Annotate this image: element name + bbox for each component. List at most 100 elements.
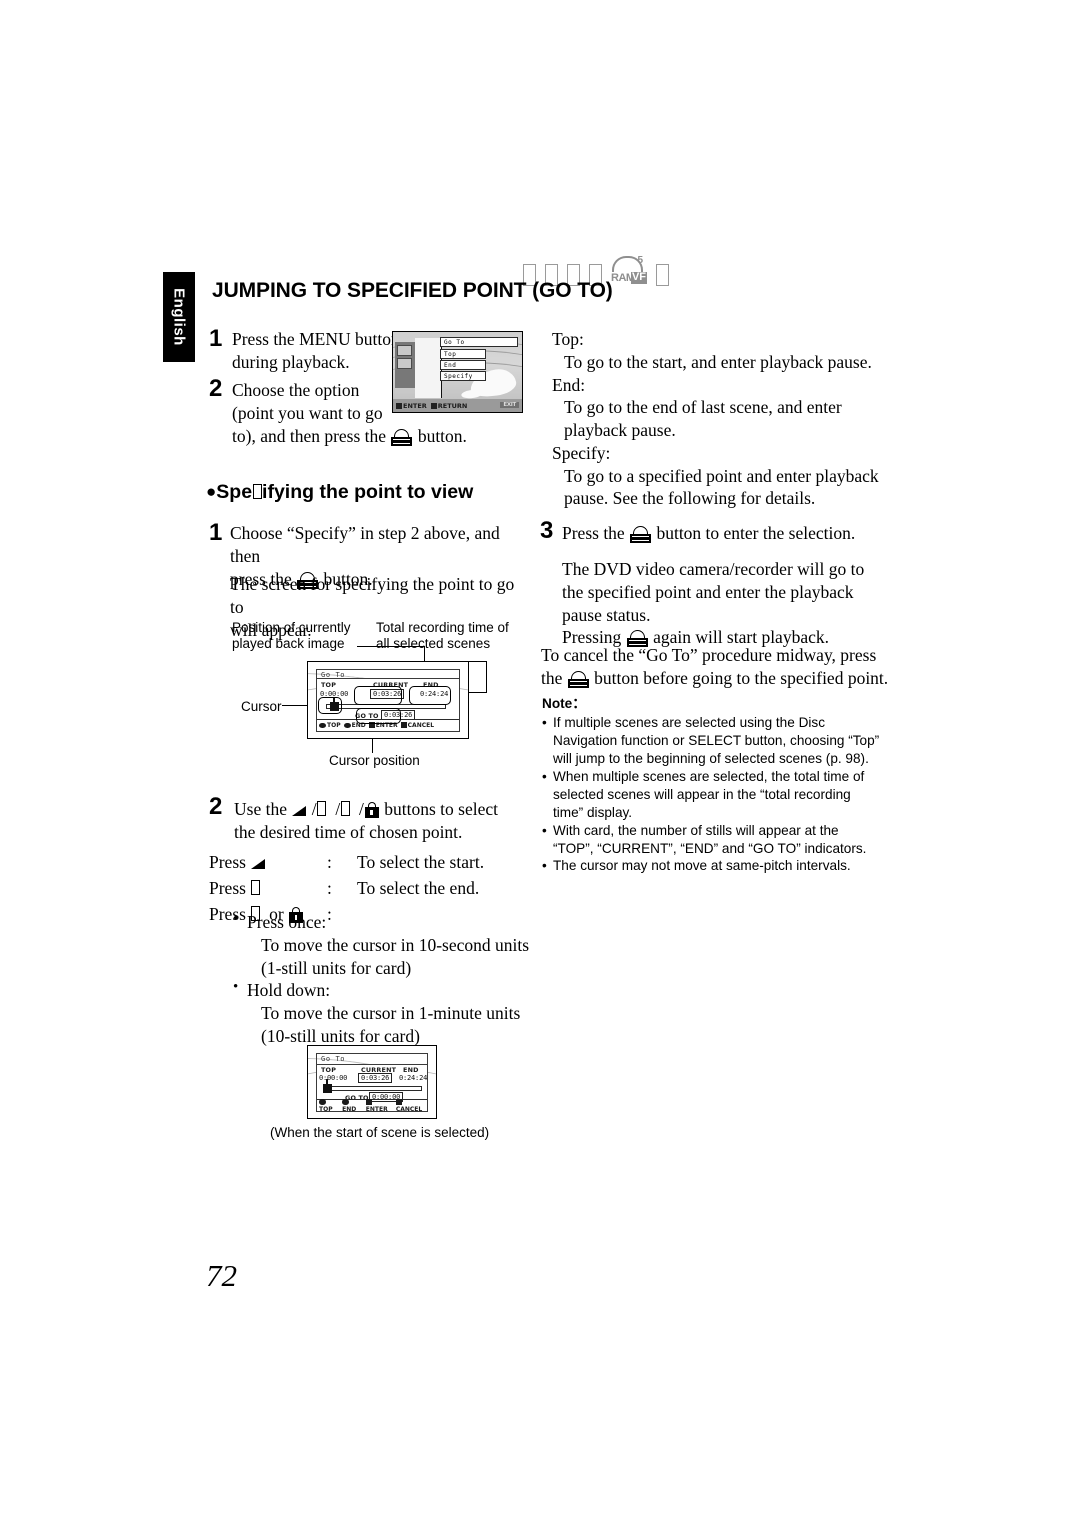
sub-step-3-text: Press the button to enter the selection.	[562, 522, 892, 545]
menu-item-end[interactable]: End	[440, 360, 486, 370]
timeline-cursor[interactable]	[323, 1079, 332, 1093]
leader-line	[486, 661, 488, 692]
cancel-line-2-a: the	[541, 667, 563, 688]
end-label: END	[403, 1066, 419, 1074]
top-label: TOP	[321, 1066, 337, 1074]
bullet-icon: •	[542, 822, 547, 838]
sub-step-1-line-1: Choose “Specify” in step 2 above, and th…	[230, 523, 500, 566]
press-row-label: Press	[209, 876, 327, 902]
note-item: • With card, the number of stills will ap…	[542, 822, 882, 858]
highlight-ring-cursor	[318, 697, 342, 714]
sub-step-2-line-2: the desired time of chosen point.	[234, 821, 463, 842]
note-item-text: If multiple scenes are selected using th…	[553, 714, 880, 766]
bullet-icon: •	[233, 911, 239, 927]
missing-glyph-icon	[656, 264, 669, 286]
callout-cursor: Cursor	[241, 699, 282, 714]
page-title: JUMPING TO SPECIFIED POINT (GO TO)	[212, 279, 613, 302]
menu-item-specify[interactable]: Specify	[440, 371, 486, 381]
sub-step-3-line-1-b: button to enter the selection.	[656, 523, 856, 543]
press-row: Press : To select the end.	[209, 876, 519, 902]
highlight-ring-end	[409, 686, 451, 705]
screenshot-caption: (When the start of scene is selected)	[270, 1125, 490, 1140]
note-item: • If multiple scenes are selected using t…	[542, 714, 882, 768]
sub-step-3-para-line-3: pause status.	[562, 604, 651, 625]
option-end-desc-2: playback pause.	[564, 420, 676, 440]
missing-glyph-icon	[250, 879, 260, 895]
step-2-line-3: to), and then press the button.	[232, 425, 472, 448]
exit-tag: EXIT	[500, 402, 519, 408]
note-item-text: The cursor may not move at same-pitch in…	[553, 858, 851, 874]
sub-step-2-line-1-b: buttons to select	[384, 799, 498, 819]
option-end-label: End:	[552, 374, 586, 395]
step-1-line-1: Press the MENU button	[232, 329, 400, 349]
option-specify-desc-1: To go to a specified point and enter pla…	[564, 465, 879, 486]
bullet-icon: •	[542, 768, 547, 784]
press-row-desc: To select the end.	[357, 877, 480, 898]
return-button-icon	[430, 402, 437, 409]
step-1-line-2: during playback.	[232, 351, 350, 372]
subsection-title-b: ifying the point to view	[262, 481, 474, 503]
timeline-slider[interactable]	[324, 1086, 422, 1091]
cancel-line-2: the button before going to the specified…	[541, 667, 889, 690]
option-specify-label: Specify:	[552, 442, 611, 463]
option-end-desc-1: To go to the end of last scene, and ente…	[564, 397, 842, 418]
missing-glyph-icon	[252, 484, 262, 499]
cancel-hint: CANCEL	[395, 1098, 427, 1113]
sub-step-3-number: 3	[540, 517, 554, 544]
hold-down-heading: Hold down:	[247, 980, 331, 1001]
sub-step-2-line-1-a: Use the	[234, 799, 287, 819]
missing-glyph-icon	[317, 801, 327, 816]
sub-step-3-para-line-2: the specified point and enter the playba…	[562, 581, 854, 602]
press-once-heading: Press once:	[247, 912, 327, 932]
top-label: TOP	[321, 681, 337, 689]
current-value: 0:03:26	[358, 1073, 393, 1083]
step-2-line-3-b: button.	[417, 425, 467, 446]
end-value: 0:24:24	[399, 1074, 428, 1082]
list-item: • Hold down:	[233, 979, 533, 1002]
sub-step-3-paragraph: The DVD video camera/recorder will go to…	[562, 558, 892, 649]
cancel-line-2-b: button before going to the specified poi…	[594, 667, 889, 688]
lock-button-icon	[364, 802, 379, 818]
menu-item-top[interactable]: Top	[440, 349, 486, 359]
screenshot-goto-start-selected: Go To TOP 0:00:00 CURRENT 0:03:26 END 0:…	[307, 1045, 437, 1119]
triangle-button-icon	[251, 859, 266, 869]
media-icon-vf-label: VF	[630, 271, 647, 284]
list-item: • Press once:	[233, 911, 533, 934]
step-1-number: 1	[209, 325, 223, 352]
menu-column	[415, 338, 442, 398]
enter-button-icon	[365, 1098, 372, 1105]
callout-position-line-1: Position of currently	[232, 620, 351, 635]
subsection-title-a: Spe	[216, 481, 253, 503]
enter-button-icon	[396, 402, 402, 409]
callout-total-recording-time: Total recording time of all selected sce…	[376, 620, 509, 653]
screen-bottom-bar: ENTER RETURN EXIT	[393, 399, 522, 412]
disc-navigation-button-icon	[391, 428, 413, 446]
media-icon-superscript: 5	[637, 255, 643, 266]
highlight-ring-goto	[356, 708, 401, 724]
enter-hint: ENTER	[365, 1098, 393, 1113]
cancel-instructions: To cancel the “Go To” procedure midway, …	[541, 644, 889, 690]
callout-position-of-image: Position of currently played back image	[232, 620, 351, 653]
sub-step-2-text: Use the / / / buttons to select the desi…	[234, 798, 534, 844]
return-hint: RETURN	[430, 402, 467, 410]
callout-total-line-2: all selected scenes	[376, 636, 491, 652]
disc-navigation-button-icon	[567, 670, 589, 688]
screenshot-menu-over-video: Go To Top End Specify ENTER RETURN EXIT	[392, 331, 523, 413]
callout-total-line-1: Total recording time of	[376, 620, 509, 635]
press-row-colon: :	[327, 877, 332, 898]
enter-hint: ENTER	[396, 402, 427, 410]
press-once-line-1: To move the cursor in 10-second units	[261, 934, 530, 955]
end-button-icon	[342, 1099, 350, 1105]
manual-page: English 5 RAM VF JUMPING TO SPECIFIED PO…	[0, 0, 1080, 1528]
triangle-button-icon	[292, 806, 307, 816]
goto-bottom-bar: TOP END ENTER CANCEL	[317, 1098, 427, 1113]
top-value: 0:00:00	[319, 1074, 348, 1082]
option-top-desc: To go to the start, and enter playback p…	[564, 351, 872, 372]
sub-step-2-number: 2	[209, 793, 223, 820]
ram-vf-media-icon: 5 RAM VF	[611, 256, 647, 286]
hold-down-line-1: To move the cursor in 1-minute units	[261, 1003, 521, 1023]
note-item-text: When multiple scenes are selected, the t…	[553, 768, 865, 820]
thumbnail-item	[397, 345, 412, 356]
language-tab-label: English	[170, 288, 188, 346]
top-hint: TOP	[319, 722, 341, 729]
